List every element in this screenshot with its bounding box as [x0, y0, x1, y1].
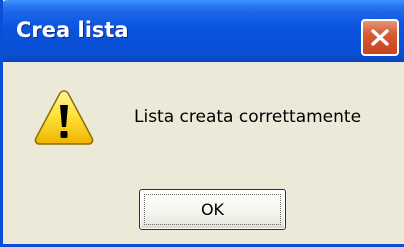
window-title: Crea lista	[16, 18, 129, 42]
dialog-window: Crea lista Lista creata correttamente OK	[0, 0, 404, 247]
warning-icon	[34, 90, 94, 145]
ok-button-label: OK	[200, 200, 225, 219]
title-bar[interactable]: Crea lista	[3, 0, 404, 62]
message-text: Lista creata correttamente	[134, 107, 362, 127]
close-icon	[371, 29, 389, 46]
ok-button[interactable]: OK	[139, 189, 286, 230]
close-button[interactable]	[361, 19, 399, 56]
dialog-body: Lista creata correttamente OK	[3, 62, 404, 244]
